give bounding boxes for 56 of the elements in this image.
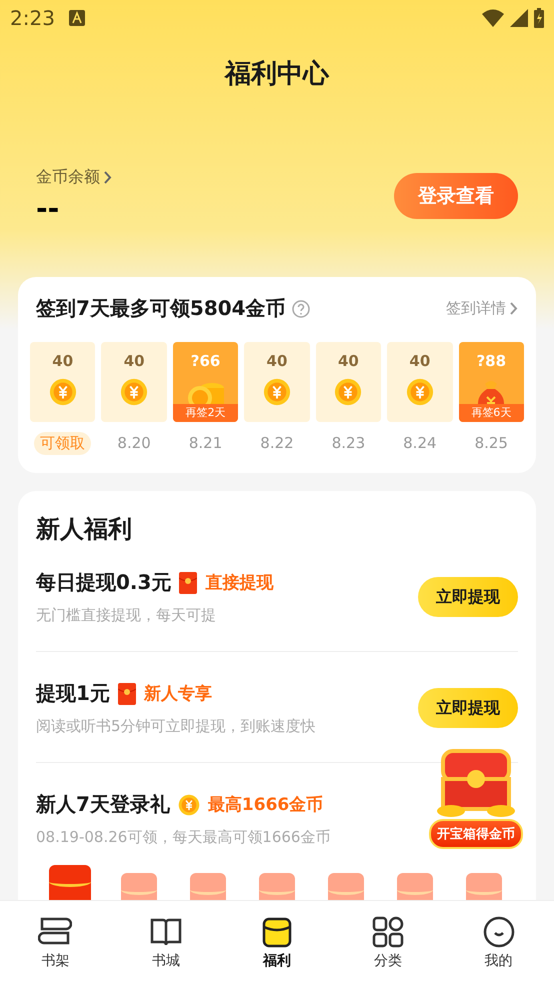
coin-icon (120, 378, 148, 406)
balance-link[interactable]: 金币余额 (36, 167, 112, 188)
help-icon[interactable] (292, 300, 310, 318)
day-amount: ?66 (190, 352, 220, 370)
tab-item[interactable]: 福利 (222, 901, 332, 984)
tab-item[interactable]: 分类 (332, 901, 444, 984)
battery-icon (534, 8, 544, 28)
task-description: 阅读或听书5分钟可立即提现，到账速度快 (36, 717, 316, 736)
day-amount: 40 (266, 352, 288, 370)
signin-title: 签到7天最多可领5804金币 (36, 295, 286, 322)
day-label: 8.24 (402, 433, 438, 454)
chevron-right-icon (104, 171, 112, 184)
page-title: 福利中心 (223, 58, 330, 91)
withdraw-button[interactable]: 立即提现 (418, 577, 518, 617)
day-label: 8.23 (330, 433, 366, 454)
tab-item[interactable]: 书城 (110, 901, 222, 984)
open-chest-button[interactable]: 开宝箱得金币 (429, 819, 523, 849)
day-amount: 40 (124, 352, 145, 370)
wifi-icon (482, 9, 504, 27)
signal-icon (510, 9, 528, 27)
smiley-face-icon (482, 916, 516, 948)
coin-icon (48, 378, 77, 406)
newcomer-title: 新人福利 (36, 514, 133, 545)
day-label: 8.21 (188, 433, 224, 454)
task-title: 提现1元 (36, 680, 110, 707)
grid-icon (370, 916, 405, 948)
day-label: 8.20 (116, 433, 152, 454)
day-amount: 40 (52, 352, 74, 370)
day-tag: 再签6天 (458, 404, 524, 422)
day-amount: ?88 (476, 352, 506, 370)
keyboard-icon (68, 10, 85, 26)
day-label: 8.25 (474, 433, 509, 454)
task-tag-label: 新人专享 (144, 683, 212, 705)
task-description: 08.19-08.26可领，每天最高可领1666金币 (36, 828, 330, 847)
coin-icon (334, 378, 362, 406)
chevron-right-icon (510, 302, 518, 315)
coin-icon (178, 794, 200, 816)
coin-icon (262, 378, 291, 406)
day-amount: 40 (338, 352, 359, 370)
task-title: 新人7天登录礼 (36, 791, 170, 818)
day-amount: 40 (409, 352, 430, 370)
day-tag: 再签2天 (172, 404, 238, 422)
bookshelf-icon (38, 916, 72, 948)
task-title: 每日提现0.3元 (36, 569, 172, 596)
task-tag-label: 最高1666金币 (208, 794, 324, 816)
tab-item[interactable]: 我的 (443, 901, 554, 984)
hongbao-icon (179, 572, 198, 594)
withdraw-button[interactable]: 立即提现 (418, 688, 518, 728)
task-description: 无门槛直接提现，每天可提 (36, 606, 216, 625)
coin-icon (406, 378, 434, 406)
status-time: 2:23 (10, 6, 55, 30)
task-tag-label: 直接提现 (205, 572, 274, 594)
tab-item[interactable]: 书架 (0, 901, 111, 984)
day-label: 8.22 (259, 433, 295, 454)
balance-value: -- (36, 192, 60, 225)
hongbao-icon (118, 682, 136, 704)
